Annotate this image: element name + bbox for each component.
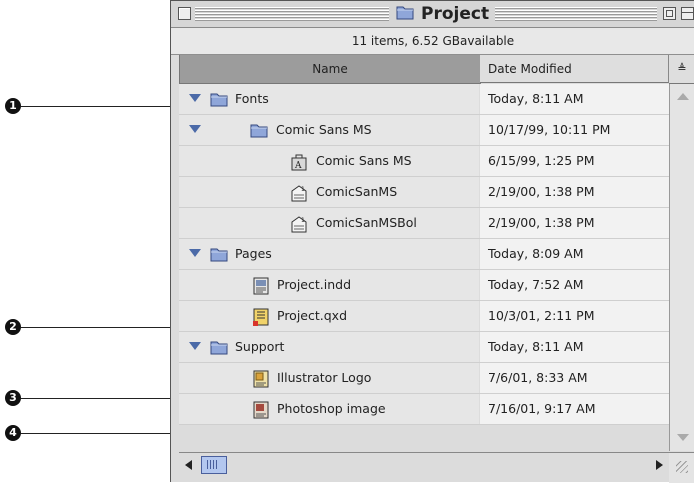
scroll-left-arrow-icon[interactable]: [179, 453, 199, 477]
list-item[interactable]: 1 ComicSanMSBol 2/19/00, 1:38 PM: [179, 208, 669, 239]
scroll-thumb[interactable]: [201, 456, 227, 474]
illustrator-document-icon: [253, 370, 269, 388]
item-name: Comic Sans MS: [316, 153, 412, 168]
folder-icon: [395, 3, 415, 25]
callout-4: 4: [5, 425, 21, 441]
callout-1: 1: [5, 98, 21, 114]
finder-window: Project 11 items, 6.52 GBavailable Name …: [170, 0, 694, 483]
item-date: Today, 8:09 AM: [480, 239, 669, 269]
info-bar: 11 items, 6.52 GBavailable: [171, 28, 694, 55]
vertical-scrollbar[interactable]: [669, 84, 694, 451]
photoshop-document-icon: [253, 401, 269, 419]
window-title: Project: [421, 4, 490, 24]
item-name: Pages: [235, 246, 272, 261]
horizontal-scrollbar[interactable]: [179, 452, 669, 477]
item-date: 2/19/00, 1:38 PM: [480, 208, 669, 238]
item-name: Illustrator Logo: [277, 370, 372, 385]
item-date: Today, 8:11 AM: [480, 84, 669, 114]
font-file-icon: 1: [291, 185, 307, 202]
resize-grip-icon[interactable]: [669, 452, 694, 483]
item-name: ComicSanMS: [316, 184, 398, 199]
svg-text:A: A: [294, 161, 302, 171]
item-date: 7/6/01, 8:33 AM: [480, 363, 669, 393]
item-name: ComicSanMSBol: [316, 215, 417, 230]
column-header-name[interactable]: Name: [179, 55, 481, 84]
svg-text:1: 1: [301, 186, 305, 193]
item-name: Support: [235, 339, 285, 354]
disclosure-triangle-icon[interactable]: [189, 125, 201, 133]
item-name: Fonts: [235, 91, 269, 106]
close-box[interactable]: [178, 7, 191, 20]
list-item[interactable]: Support Today, 8:11 AM: [179, 332, 669, 363]
folder-icon: [250, 124, 268, 138]
file-list: Fonts Today, 8:11 AM Comic Sans MS 10/17…: [179, 84, 669, 425]
item-date: 10/17/99, 10:11 PM: [480, 115, 669, 145]
list-item[interactable]: Illustrator Logo 7/6/01, 8:33 AM: [179, 363, 669, 394]
item-date: Today, 8:11 AM: [480, 332, 669, 362]
list-item[interactable]: Pages Today, 8:09 AM: [179, 239, 669, 270]
item-date: Today, 7:52 AM: [480, 270, 669, 300]
list-item[interactable]: 1 ComicSanMS 2/19/00, 1:38 PM: [179, 177, 669, 208]
scroll-up-arrow-icon[interactable]: [677, 93, 689, 100]
folder-icon: [210, 93, 228, 107]
zoom-box[interactable]: [663, 7, 676, 20]
callout-3: 3: [5, 390, 21, 406]
list-item[interactable]: Fonts Today, 8:11 AM: [179, 84, 669, 115]
quark-document-icon: [253, 308, 269, 326]
item-name: Photoshop image: [277, 401, 386, 416]
indesign-document-icon: [253, 277, 269, 295]
item-date: 10/3/01, 2:11 PM: [480, 301, 669, 331]
disclosure-triangle-icon[interactable]: [189, 94, 201, 102]
font-file-icon: 1: [291, 216, 307, 233]
item-date: 6/15/99, 1:25 PM: [480, 146, 669, 176]
list-item[interactable]: A Comic Sans MS 6/15/99, 1:25 PM: [179, 146, 669, 177]
item-date: 2/19/00, 1:38 PM: [480, 177, 669, 207]
list-item[interactable]: Project.qxd 10/3/01, 2:11 PM: [179, 301, 669, 332]
title-bar[interactable]: Project: [171, 1, 694, 28]
column-header-date[interactable]: Date Modified: [480, 55, 669, 83]
list-item[interactable]: Project.indd Today, 7:52 AM: [179, 270, 669, 301]
scroll-right-arrow-icon[interactable]: [649, 453, 669, 477]
title-area: Project: [389, 3, 496, 25]
disclosure-triangle-icon[interactable]: [189, 249, 201, 257]
folder-icon: [210, 248, 228, 262]
folder-icon: [210, 341, 228, 355]
list-item[interactable]: Photoshop image 7/16/01, 9:17 AM: [179, 394, 669, 425]
list-item[interactable]: Comic Sans MS 10/17/99, 10:11 PM: [179, 115, 669, 146]
disclosure-triangle-icon[interactable]: [189, 342, 201, 350]
font-suitcase-icon: A: [291, 154, 307, 171]
callout-2: 2: [5, 319, 21, 335]
item-date: 7/16/01, 9:17 AM: [480, 394, 669, 424]
svg-text:1: 1: [301, 217, 305, 224]
collapse-box[interactable]: [681, 7, 694, 20]
item-name: Project.indd: [277, 277, 352, 292]
scroll-down-arrow-icon[interactable]: [677, 434, 689, 441]
item-name: Comic Sans MS: [276, 122, 372, 137]
sort-direction-button[interactable]: ≜: [669, 55, 694, 84]
item-name: Project.qxd: [277, 308, 348, 323]
